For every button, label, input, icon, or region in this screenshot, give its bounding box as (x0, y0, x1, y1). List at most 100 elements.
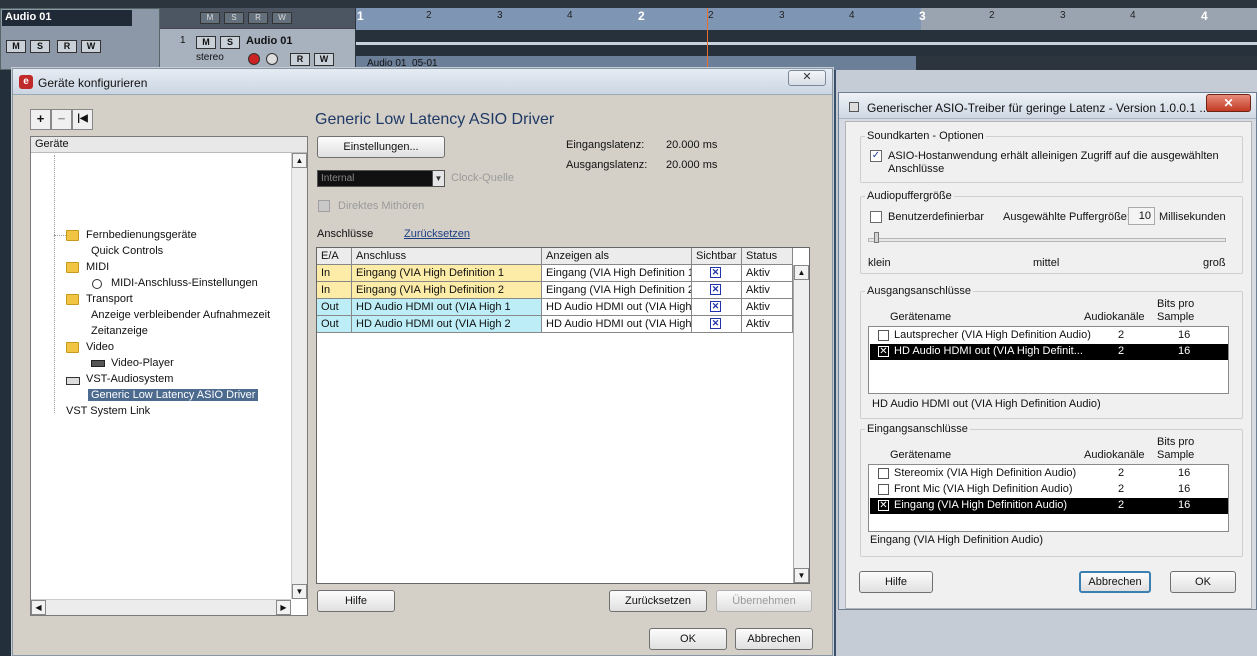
help-button[interactable]: Hilfe (317, 590, 395, 612)
table-cell-io[interactable]: Out (317, 316, 352, 333)
track-mute-button[interactable]: M (196, 36, 216, 49)
toolbar-solo-button[interactable]: S (224, 12, 244, 24)
ports-table[interactable]: E/A Anschluss Anzeigen als Sichtbar Stat… (316, 247, 810, 584)
table-cell-visible[interactable]: ✕ (692, 299, 742, 316)
table-cell-display-as[interactable]: Eingang (VIA High Definition 2 (542, 282, 692, 299)
scroll-down-arrow-icon[interactable]: ▼ (292, 584, 307, 599)
tree-item-record-time-max[interactable]: Anzeige verbleibender Aufnahmezeit (91, 309, 270, 321)
add-device-button[interactable]: + (30, 109, 51, 130)
tree-horizontal-scrollbar[interactable]: ◀ ▶ (31, 599, 291, 615)
tree-item-midi[interactable]: MIDI (86, 261, 109, 273)
scroll-up-arrow-icon[interactable]: ▲ (292, 153, 307, 168)
tree-item-time-display[interactable]: Zeitanzeige (91, 325, 148, 337)
tree-item-midi-port-setup[interactable]: MIDI-Anschluss-Einstellungen (111, 277, 258, 289)
buffer-slider-thumb[interactable] (874, 232, 879, 243)
record-enable-icon[interactable] (248, 53, 260, 65)
column-header-visible[interactable]: Sichtbar (692, 248, 742, 265)
track-solo-button[interactable]: S (220, 36, 240, 49)
column-header-status[interactable]: Status (742, 248, 793, 265)
table-cell-display-as[interactable]: HD Audio HDMI out (VIA High (542, 299, 692, 316)
toolbar-mute-button[interactable]: M (200, 12, 220, 24)
list-item[interactable]: Lautsprecher (VIA High Definition Audio)… (870, 328, 1228, 344)
port-checkbox[interactable]: ✕ (878, 500, 889, 511)
exclusive-access-checkbox[interactable]: ✓ (870, 150, 882, 162)
reset-ports-link[interactable]: Zurücksetzen (404, 228, 470, 240)
tree-item-generic-asio-driver[interactable]: Generic Low Latency ASIO Driver (88, 389, 259, 401)
column-header-port[interactable]: Anschluss (352, 248, 542, 265)
tree-item-vst-system-link[interactable]: VST System Link (66, 405, 150, 417)
port-checkbox[interactable]: ✕ (878, 346, 889, 357)
apply-button[interactable]: Übernehmen (716, 590, 812, 612)
scroll-left-arrow-icon[interactable]: ◀ (31, 600, 46, 615)
table-cell-port[interactable]: Eingang (VIA High Definition 1 (352, 265, 542, 282)
direct-monitoring-checkbox[interactable] (318, 200, 330, 212)
input-ports-list[interactable]: Stereomix (VIA High Definition Audio) 2 … (868, 464, 1229, 532)
toolbar-write-button[interactable]: W (272, 12, 292, 24)
visible-checkbox[interactable]: ✕ (710, 284, 721, 295)
tree-item-remote-devices[interactable]: Fernbedienungsgeräte (86, 229, 197, 241)
help-button[interactable]: Hilfe (859, 571, 933, 593)
close-button[interactable]: ✕ (1206, 94, 1251, 112)
tree-item-quick-controls[interactable]: Quick Controls (91, 245, 163, 257)
list-item[interactable]: ✕ Eingang (VIA High Definition Audio) 2 … (870, 498, 1228, 514)
tree-item-transport[interactable]: Transport (86, 293, 133, 305)
close-button[interactable]: ✕ (788, 70, 826, 86)
tree-item-video-player[interactable]: Video-Player (111, 357, 174, 369)
reset-button[interactable]: Zurücksetzen (609, 590, 707, 612)
track-row-name[interactable]: Audio 01 (246, 35, 292, 47)
port-checkbox[interactable] (878, 484, 889, 495)
table-cell-port[interactable]: HD Audio HDMI out (VIA High 1 (352, 299, 542, 316)
table-cell-io[interactable]: In (317, 282, 352, 299)
table-cell-io[interactable]: In (317, 265, 352, 282)
column-header-io[interactable]: E/A (317, 248, 352, 265)
solo-button[interactable]: S (30, 40, 50, 53)
write-button[interactable]: W (81, 40, 101, 53)
table-cell-display-as[interactable]: HD Audio HDMI out (VIA High (542, 316, 692, 333)
table-cell-visible[interactable]: ✕ (692, 265, 742, 282)
ok-button[interactable]: OK (1170, 571, 1236, 593)
cancel-button[interactable]: Abbrechen (1079, 571, 1151, 593)
device-tree[interactable]: Geräte Fernbedienungsgeräte Quick Contro… (30, 136, 308, 616)
ok-button[interactable]: OK (649, 628, 727, 650)
port-checkbox[interactable] (878, 330, 889, 341)
tree-vertical-scrollbar[interactable]: ▲ ▼ (291, 153, 307, 599)
scroll-up-arrow-icon[interactable]: ▲ (794, 265, 809, 280)
remove-device-button[interactable]: − (51, 109, 72, 130)
table-cell-port[interactable]: HD Audio HDMI out (VIA High 2 (352, 316, 542, 333)
tree-item-vst-audio-system[interactable]: VST-Audiosystem (86, 373, 173, 385)
list-item[interactable]: ✕ HD Audio HDMI out (VIA High Definit...… (870, 344, 1228, 360)
output-ports-list[interactable]: Lautsprecher (VIA High Definition Audio)… (868, 326, 1229, 394)
column-header-display-as[interactable]: Anzeigen als (542, 248, 692, 265)
clock-source-select[interactable]: Internal (317, 170, 444, 187)
table-vertical-scrollbar[interactable]: ▲ ▼ (793, 265, 809, 583)
read-button[interactable]: R (57, 40, 77, 53)
reset-device-button[interactable]: |◀ (72, 109, 93, 130)
list-item[interactable]: Front Mic (VIA High Definition Audio) 2 … (870, 482, 1228, 498)
track-write-button[interactable]: W (314, 53, 334, 66)
toolbar-read-button[interactable]: R (248, 12, 268, 24)
chevron-down-icon[interactable]: ▼ (432, 170, 445, 187)
inspector-track-name[interactable]: Audio 01 (2, 10, 132, 26)
scroll-right-arrow-icon[interactable]: ▶ (276, 600, 291, 615)
tree-item-video[interactable]: Video (86, 341, 114, 353)
table-cell-display-as[interactable]: Eingang (VIA High Definition 1 (542, 265, 692, 282)
list-item[interactable]: Stereomix (VIA High Definition Audio) 2 … (870, 466, 1228, 482)
project-cursor[interactable] (707, 8, 708, 68)
visible-checkbox[interactable]: ✕ (710, 301, 721, 312)
visible-checkbox[interactable]: ✕ (710, 267, 721, 278)
table-cell-port[interactable]: Eingang (VIA High Definition 2 (352, 282, 542, 299)
monitor-icon[interactable] (266, 53, 278, 65)
port-checkbox[interactable] (878, 468, 889, 479)
scroll-down-arrow-icon[interactable]: ▼ (794, 568, 809, 583)
cancel-button[interactable]: Abbrechen (735, 628, 813, 650)
table-cell-visible[interactable]: ✕ (692, 282, 742, 299)
mute-button[interactable]: M (6, 40, 26, 53)
buffer-size-field[interactable]: 10 (1128, 207, 1155, 225)
visible-checkbox[interactable]: ✕ (710, 318, 721, 329)
table-cell-visible[interactable]: ✕ (692, 316, 742, 333)
custom-buffer-checkbox[interactable] (870, 211, 882, 223)
settings-button[interactable]: Einstellungen... (317, 136, 445, 158)
table-cell-io[interactable]: Out (317, 299, 352, 316)
track-read-button[interactable]: R (290, 53, 310, 66)
buffer-slider-track[interactable] (868, 238, 1226, 242)
